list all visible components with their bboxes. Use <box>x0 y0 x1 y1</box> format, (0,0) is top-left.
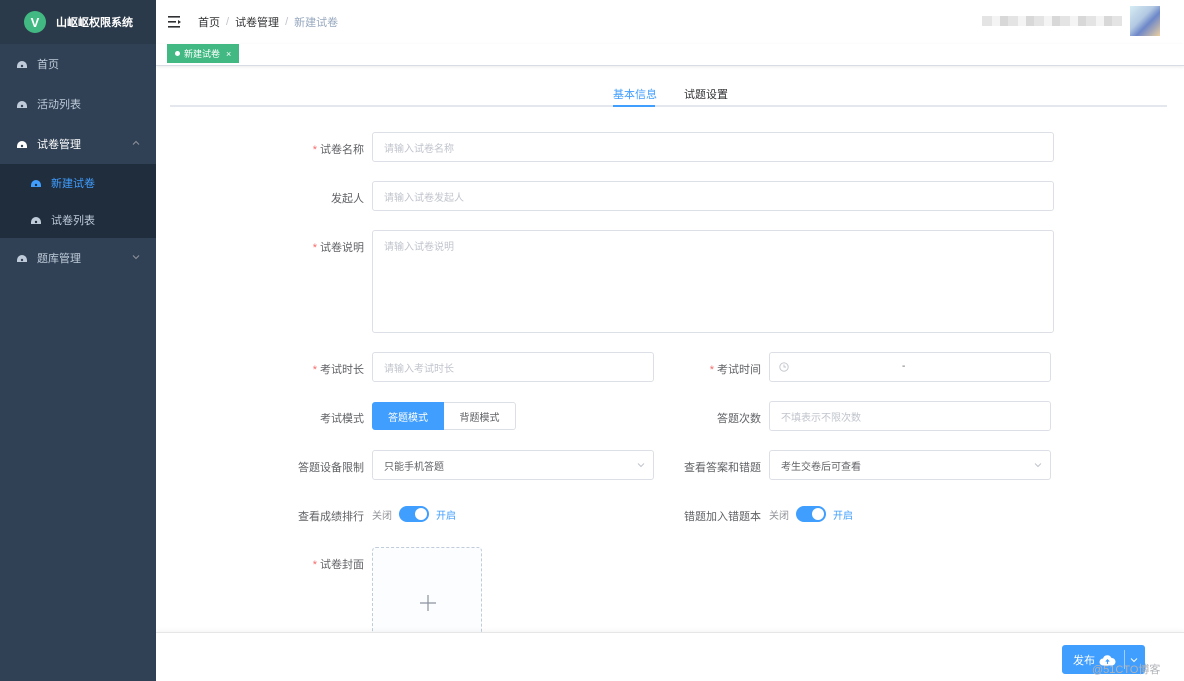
breadcrumb-item[interactable]: 首页 <box>198 14 220 30</box>
dashboard-icon <box>30 214 42 226</box>
attempts-input[interactable]: 不填表示不限次数 <box>769 401 1051 431</box>
device-limit-label: 答题设备限制 <box>298 462 364 474</box>
dashboard-icon <box>16 98 28 110</box>
sidebar-item-label: 首页 <box>37 59 59 71</box>
dot-icon <box>175 51 180 56</box>
dashboard-icon <box>30 177 42 189</box>
tab-basic-info[interactable]: 基本信息 <box>613 86 657 102</box>
avatar[interactable] <box>1130 6 1160 36</box>
duration-label: * 考试时长 <box>312 364 364 376</box>
view-answers-label: 查看答案和错题 <box>684 462 761 474</box>
exam-time-label: * 考试时间 <box>709 364 761 376</box>
app-title: 山岖岖权限系统 <box>56 17 133 29</box>
sidebar-item-label: 试卷列表 <box>51 214 95 227</box>
ranking-switch-row: 关闭 开启 <box>372 506 456 522</box>
chevron-down-icon <box>637 461 645 469</box>
chevron-up-icon <box>132 138 140 150</box>
exam-mode-label: 考试模式 <box>320 413 364 425</box>
tab-active-indicator <box>613 105 655 107</box>
close-icon[interactable]: × <box>226 49 231 59</box>
exam-name-input[interactable]: 请输入试卷名称 <box>372 132 1054 162</box>
sidebar-item-exam-list[interactable]: 试卷列表 <box>0 201 156 238</box>
blurred-user-info <box>982 16 1122 26</box>
sidebar-item-label: 题库管理 <box>37 253 81 265</box>
answer-mode-button[interactable]: 答题模式 <box>372 402 444 430</box>
chevron-down-icon <box>1034 461 1042 469</box>
tag-new-exam[interactable]: 新建试卷 × <box>167 44 240 63</box>
wrong-book-label: 错题加入错题本 <box>684 511 761 523</box>
exam-time-range-picker[interactable]: - <box>769 352 1051 382</box>
switch-on-text: 开启 <box>436 510 456 522</box>
description-label: * 试卷说明 <box>312 242 364 254</box>
dashboard-icon <box>16 138 28 150</box>
clock-icon <box>779 362 789 372</box>
watermark: @51CTO博客 <box>1092 664 1161 676</box>
attempts-label: 答题次数 <box>717 413 761 425</box>
exam-name-label: * 试卷名称 <box>312 144 364 156</box>
tab-question-settings[interactable]: 试题设置 <box>684 86 728 102</box>
switch-on-text: 开启 <box>833 510 853 522</box>
description-textarea[interactable]: 请输入试卷说明 <box>372 230 1054 333</box>
sidebar-item-activity-list[interactable]: 活动列表 <box>0 84 156 124</box>
submenu-exam-management: 新建试卷 试卷列表 <box>0 164 156 238</box>
footer-bar: 发布 @51CTO博客 <box>156 632 1184 681</box>
wrong-book-switch[interactable] <box>796 506 826 522</box>
dashboard-icon <box>16 252 28 264</box>
tags-view: 新建试卷 × <box>156 44 1184 66</box>
switch-off-text: 关闭 <box>372 510 392 522</box>
sidebar-item-label: 活动列表 <box>37 99 81 111</box>
breadcrumb-item: 新建试卷 <box>294 17 339 29</box>
sidebar-item-label: 试卷管理 <box>37 139 81 151</box>
main-area: 首页 / 试卷管理 / 新建试卷 新建试卷 × 基本信息 试题设置 * 试卷名称 … <box>156 0 1184 681</box>
sidebar-item-exam-management[interactable]: 试卷管理 <box>0 124 156 164</box>
navbar: 首页 / 试卷管理 / 新建试卷 <box>156 0 1184 44</box>
plus-icon <box>419 594 437 612</box>
ranking-switch[interactable] <box>399 506 429 522</box>
sidebar-item-label: 新建试卷 <box>51 177 95 190</box>
user-area[interactable] <box>982 6 1160 36</box>
tabs: 基本信息 试题设置 <box>170 78 1167 107</box>
hamburger-icon[interactable] <box>168 16 182 28</box>
sidebar-item-new-exam[interactable]: 新建试卷 <box>0 164 156 201</box>
tag-label: 新建试卷 <box>184 49 221 59</box>
ranking-label: 查看成绩排行 <box>298 511 364 523</box>
sidebar: V 山岖岖权限系统 首页 活动列表 试卷管理 新建试卷 试卷列表 题库管理 <box>0 0 156 681</box>
chevron-down-icon <box>132 252 140 264</box>
logo-icon: V <box>24 11 46 33</box>
initiator-input[interactable]: 请输入试卷发起人 <box>372 181 1054 211</box>
breadcrumb-item[interactable]: 试卷管理 <box>235 14 279 30</box>
range-separator: - <box>902 361 906 372</box>
device-limit-select[interactable]: 只能手机答题 <box>372 450 654 480</box>
dashboard-icon <box>16 58 28 70</box>
cover-label: * 试卷封面 <box>312 559 364 571</box>
duration-input[interactable]: 请输入考试时长 <box>372 352 654 382</box>
view-answers-select[interactable]: 考生交卷后可查看 <box>769 450 1051 480</box>
logo[interactable]: V 山岖岖权限系统 <box>0 0 156 44</box>
cover-upload[interactable] <box>372 547 482 637</box>
sidebar-item-home[interactable]: 首页 <box>0 44 156 84</box>
memorize-mode-button[interactable]: 背题模式 <box>444 402 516 430</box>
wrong-book-switch-row: 关闭 开启 <box>769 506 853 522</box>
sidebar-item-question-bank[interactable]: 题库管理 <box>0 238 156 278</box>
switch-off-text: 关闭 <box>769 510 789 522</box>
initiator-label: 发起人 <box>331 193 364 205</box>
exam-mode-group: 答题模式 背题模式 <box>372 402 516 430</box>
breadcrumb: 首页 / 试卷管理 / 新建试卷 <box>198 14 339 30</box>
